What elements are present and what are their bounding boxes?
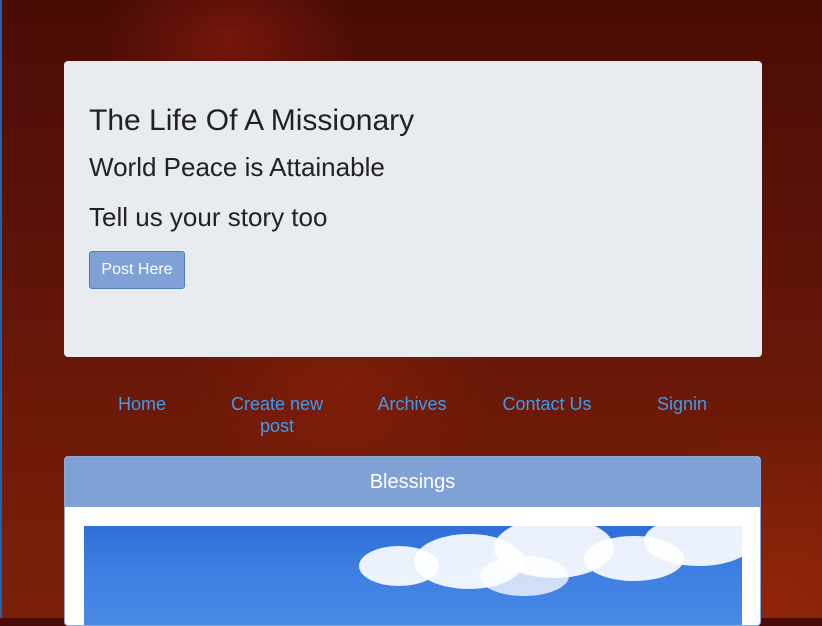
nav-link-create-post[interactable]: Create new post [222,393,332,437]
post-card: Blessings [64,456,761,626]
post-here-button[interactable]: Post Here [89,251,185,289]
nav-link-archives[interactable]: Archives [357,393,467,415]
main-nav: Home Create new post Archives Contact Us… [64,393,762,443]
page-left-border [0,0,2,618]
nav-link-contact[interactable]: Contact Us [492,393,602,415]
hero-panel: The Life Of A Missionary World Peace is … [64,61,762,357]
sky-image [84,526,742,625]
nav-link-signin[interactable]: Signin [627,393,737,415]
site-tagline: World Peace is Attainable [89,152,385,182]
story-prompt: Tell us your story too [89,202,328,232]
site-title: The Life Of A Missionary [89,104,415,137]
card-header: Blessings [65,457,760,507]
nav-link-home[interactable]: Home [87,393,197,415]
